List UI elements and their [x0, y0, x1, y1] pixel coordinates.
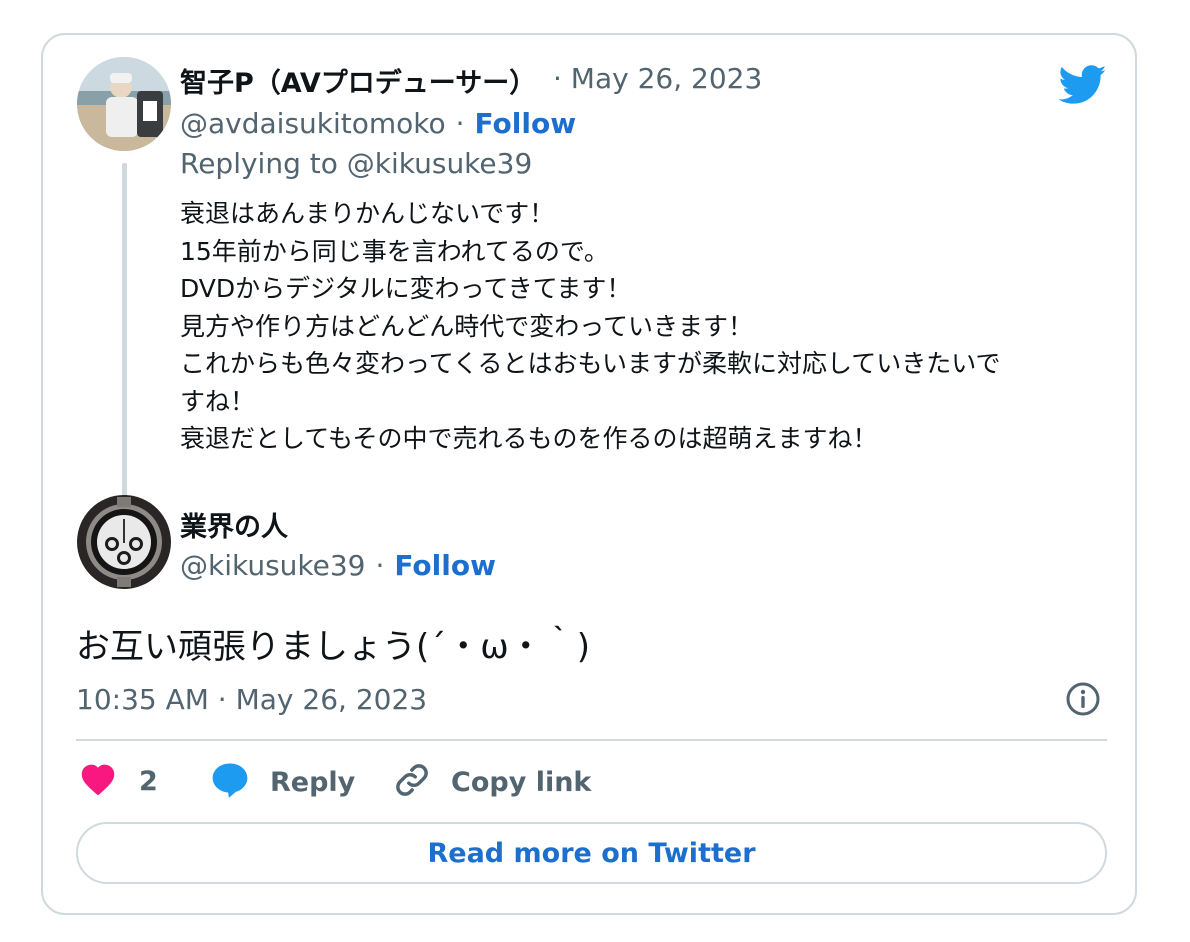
- main-tweet-text: お互い頑張りましょう(´・ω・｀): [76, 627, 590, 667]
- follow-button-kikusuke39[interactable]: Follow: [394, 549, 496, 582]
- avatar-kikusuke39[interactable]: [77, 495, 171, 589]
- info-icon[interactable]: [1065, 681, 1101, 721]
- read-more-button[interactable]: Read more on Twitter: [76, 822, 1107, 884]
- reply-text-line: これからも色々変わってくるとはおもいますが柔軟に対応していきたいで: [180, 349, 1001, 378]
- reply-text-line: 見方や作り方はどんどん時代で変わっていきます！: [180, 311, 754, 341]
- link-icon[interactable]: [393, 761, 431, 803]
- reply-author-name[interactable]: 智子P（AVプロデューサー）: [180, 61, 536, 100]
- copy-link-label: Copy link: [451, 766, 592, 798]
- reply-handle-row: @avdaisukitomoko · Follow: [180, 107, 576, 140]
- replying-to[interactable]: Replying to @kikusuke39: [180, 147, 532, 180]
- avatar-avdaisukitomoko[interactable]: [77, 57, 171, 151]
- heart-icon[interactable]: [79, 762, 117, 800]
- reply-tweet-text: 衰退はあんまりかんじないです！ 15年前から同じ事を言われてるので。 DVDから…: [180, 195, 1110, 458]
- read-more-label: Read more on Twitter: [427, 837, 756, 869]
- divider: [76, 739, 1107, 741]
- tweet-embed-card: 智子P（AVプロデューサー） · May 26, 2023 @avdaisuki…: [41, 33, 1137, 915]
- follow-button-avdaisukitomoko[interactable]: Follow: [475, 107, 577, 140]
- reply-text-line: すね！: [180, 386, 256, 416]
- thread-connector-line: [122, 163, 127, 516]
- reply-text-line: 15年前から同じ事を言われてるので。: [180, 236, 609, 266]
- speech-bubble-icon[interactable]: [210, 761, 250, 803]
- main-handle-row: @kikusuke39 · Follow: [180, 549, 496, 582]
- main-handle[interactable]: @kikusuke39: [180, 549, 366, 582]
- separator-dot: ·: [375, 549, 385, 582]
- twitter-bird-icon[interactable]: [1058, 65, 1107, 109]
- reply-text-line: 衰退だとしてもその中で売れるものを作るのは超萌えますね！: [180, 424, 878, 453]
- like-count: 2: [139, 765, 158, 797]
- tweet-timestamp[interactable]: 10:35 AM · May 26, 2023: [76, 683, 427, 716]
- copy-link-action[interactable]: Copy link: [393, 761, 591, 803]
- reply-action[interactable]: Reply: [210, 761, 355, 803]
- separator-dot: ·: [455, 107, 465, 140]
- reply-label: Reply: [270, 766, 356, 798]
- like-action[interactable]: 2: [79, 762, 158, 800]
- reply-text-line: DVDからデジタルに変わってきてます！: [180, 274, 632, 303]
- reply-date[interactable]: · May 26, 2023: [553, 62, 762, 95]
- reply-text-line: 衰退はあんまりかんじないです！: [180, 199, 555, 228]
- main-author-name[interactable]: 業界の人: [180, 505, 288, 544]
- reply-handle[interactable]: @avdaisukitomoko: [180, 107, 446, 140]
